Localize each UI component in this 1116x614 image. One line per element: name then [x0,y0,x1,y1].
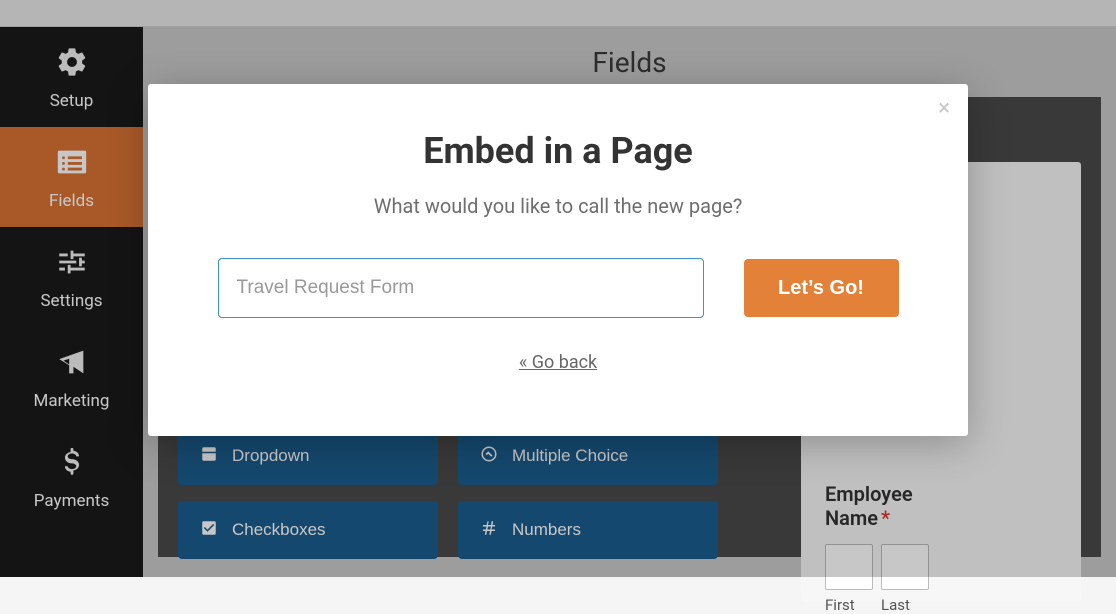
first-sublabel: First [825,596,873,614]
lets-go-button[interactable]: Let’s Go! [744,259,899,317]
go-back-link[interactable]: « Go back [519,352,597,373]
modal-overlay[interactable]: × Embed in a Page What would you like to… [0,0,1116,577]
page-name-input[interactable] [218,258,704,318]
close-icon[interactable]: × [938,98,950,120]
modal-subtitle: What would you like to call the new page… [208,194,908,218]
embed-modal: × Embed in a Page What would you like to… [148,84,968,436]
last-sublabel: Last [881,596,929,614]
modal-title: Embed in a Page [208,130,908,172]
